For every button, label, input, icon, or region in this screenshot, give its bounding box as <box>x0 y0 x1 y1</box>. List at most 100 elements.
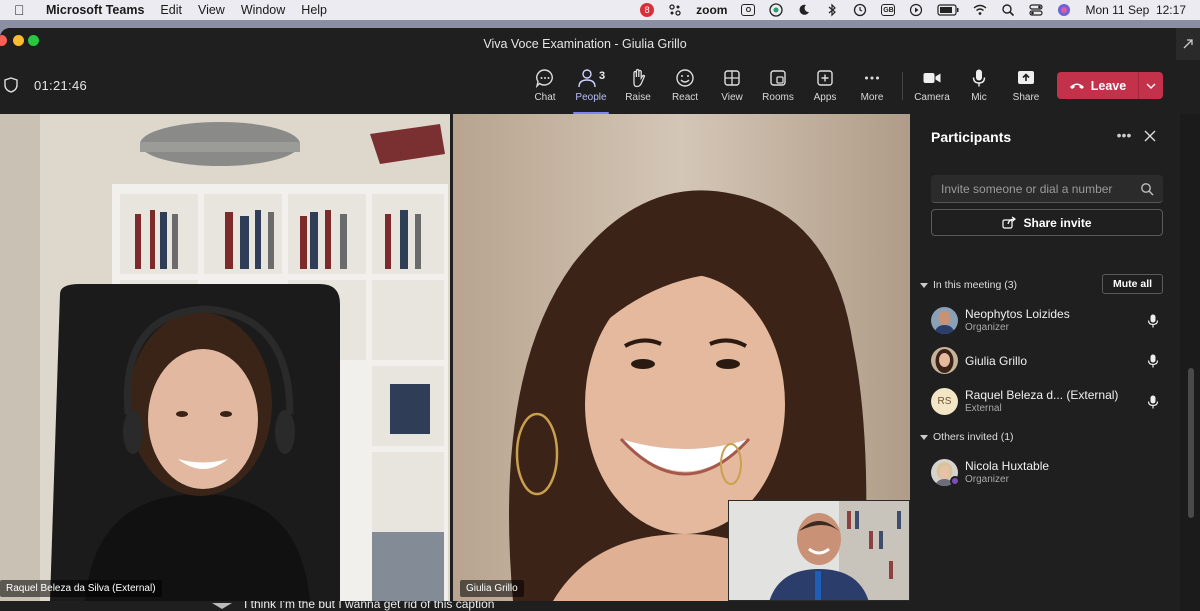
raise-hand-icon <box>633 68 646 88</box>
react-button[interactable]: React <box>662 68 708 103</box>
live-caption-bar: I think I'm the but I wanna get rid of t… <box>0 601 912 611</box>
hang-up-phone-icon <box>1069 83 1084 89</box>
microphone-icon[interactable] <box>1147 354 1159 368</box>
others-invited-section-toggle[interactable]: Others invited (1) <box>920 431 1014 443</box>
menu-view[interactable]: View <box>198 3 225 17</box>
play-icon[interactable] <box>909 3 923 17</box>
menu-help[interactable]: Help <box>301 3 327 17</box>
camera-icon <box>923 73 941 83</box>
shield-icon[interactable] <box>4 77 18 93</box>
panel-scrollbar-thumb[interactable] <box>1188 368 1194 518</box>
spotlight-search-icon[interactable] <box>1001 3 1015 17</box>
apple-icon[interactable]:  <box>14 0 30 20</box>
leave-button[interactable]: Leave <box>1057 72 1138 99</box>
participant-name: Nicola Huxtable <box>965 459 1050 473</box>
share-button[interactable]: Share <box>1003 68 1049 103</box>
toolbar-divider <box>902 72 903 100</box>
more-options-icon[interactable]: ••• <box>1116 127 1132 143</box>
share-label: Share <box>1012 92 1040 103</box>
grammarly-icon[interactable] <box>769 3 784 17</box>
raise-hand-button[interactable]: Raise <box>615 68 661 103</box>
menu-window[interactable]: Window <box>241 3 285 17</box>
search-icon[interactable] <box>1140 182 1154 196</box>
participant-row[interactable]: Neophytos Loizides Organizer <box>931 303 1171 339</box>
control-center-icon[interactable] <box>1029 3 1044 17</box>
participant-name: Raquel Beleza d... (External) <box>965 388 1119 402</box>
others-invited-label: Others invited (1) <box>933 431 1014 443</box>
outlook-icon[interactable]: O <box>741 3 756 17</box>
mic-label: Mic <box>971 92 987 103</box>
people-button[interactable]: 3 People <box>568 68 614 114</box>
neophytos-video-feed <box>729 501 909 600</box>
rooms-button[interactable]: Rooms <box>755 68 801 103</box>
more-dots-icon <box>865 76 879 80</box>
control-knobs-icon[interactable] <box>668 3 682 17</box>
participant-role: Organizer <box>965 322 1009 333</box>
participant-row[interactable]: RS Raquel Beleza d... (External) Externa… <box>931 384 1171 420</box>
participant-role: Organizer <box>965 474 1009 485</box>
collapse-triangle-icon <box>920 282 928 288</box>
dark-mode-moon-icon[interactable] <box>797 3 811 17</box>
keyboard-flag-icon[interactable]: GB <box>881 3 896 17</box>
leave-options-chevron-icon[interactable] <box>1139 72 1163 99</box>
battery-icon[interactable] <box>937 3 959 17</box>
participant-name: Giulia Grillo <box>965 354 1028 368</box>
mic-button[interactable]: Mic <box>956 68 1002 103</box>
camera-label: Camera <box>914 92 950 103</box>
more-button[interactable]: More <box>849 68 895 103</box>
avatar <box>931 347 958 374</box>
apps-button[interactable]: Apps <box>802 68 848 103</box>
share-invite-label: Share invite <box>1023 215 1092 230</box>
in-meeting-section-toggle[interactable]: In this meeting (3) <box>920 279 1017 291</box>
menu-app-name[interactable]: Microsoft Teams <box>46 3 144 17</box>
panel-scroll-track <box>1180 114 1200 611</box>
apps-label: Apps <box>813 92 837 103</box>
people-icon <box>578 69 596 88</box>
menu-edit[interactable]: Edit <box>160 3 182 17</box>
smiley-icon <box>676 69 694 87</box>
microphone-icon[interactable] <box>1147 395 1159 409</box>
participants-title: Participants <box>931 129 1012 145</box>
chat-button[interactable]: Chat <box>522 68 568 103</box>
invite-search-input[interactable] <box>931 175 1131 203</box>
view-button[interactable]: View <box>709 68 755 103</box>
share-invite-button[interactable]: Share invite <box>931 209 1163 236</box>
participant-row[interactable]: Giulia Grillo <box>931 343 1171 379</box>
caption-collapse-arrow-icon[interactable] <box>212 603 232 609</box>
chat-label: Chat <box>534 92 556 103</box>
grid-view-icon <box>724 70 740 86</box>
people-count: 3 <box>598 70 606 82</box>
participants-panel: Participants ••• Share invite In this me… <box>914 114 1180 611</box>
share-icon <box>1002 216 1017 229</box>
time-machine-icon[interactable] <box>853 3 867 17</box>
teams-window: Viva Voce Examination - Giulia Grillo 01… <box>0 28 1200 611</box>
avatar: RS <box>931 388 958 415</box>
chat-icon <box>535 69 553 88</box>
leave-label: Leave <box>1090 78 1127 93</box>
window-title-bar: Viva Voce Examination - Giulia Grillo <box>0 28 1200 60</box>
bluetooth-icon[interactable] <box>825 3 839 17</box>
view-label: View <box>721 92 743 103</box>
notification-badge-icon[interactable]: 8 <box>640 3 655 17</box>
siri-icon[interactable] <box>1057 3 1071 17</box>
popout-icon[interactable] <box>1176 28 1200 60</box>
participant-name: Neophytos Loizides <box>965 307 1070 321</box>
react-label: React <box>671 92 699 103</box>
video-tile-raquel[interactable]: Raquel Beleza da Silva (External) <box>0 114 450 601</box>
participant-row[interactable]: Nicola Huxtable Organizer <box>931 455 1171 491</box>
close-icon[interactable] <box>1142 128 1158 144</box>
zoom-menu-item[interactable]: zoom <box>696 3 727 17</box>
window-title: Viva Voce Examination - Giulia Grillo <box>483 37 687 51</box>
people-label: People <box>575 92 607 103</box>
more-label: More <box>860 92 884 103</box>
microphone-icon[interactable] <box>1147 314 1159 328</box>
microphone-icon <box>972 69 986 87</box>
wifi-icon[interactable] <box>973 3 987 17</box>
tile-name-raquel: Raquel Beleza da Silva (External) <box>0 580 162 597</box>
add-apps-icon <box>817 70 833 86</box>
raquel-video-feed <box>0 114 450 601</box>
camera-button[interactable]: Camera <box>909 68 955 103</box>
mute-all-button[interactable]: Mute all <box>1102 274 1163 294</box>
menu-clock[interactable]: Mon 11 Sep 12:17 <box>1085 3 1186 17</box>
self-view-video[interactable] <box>728 500 910 601</box>
